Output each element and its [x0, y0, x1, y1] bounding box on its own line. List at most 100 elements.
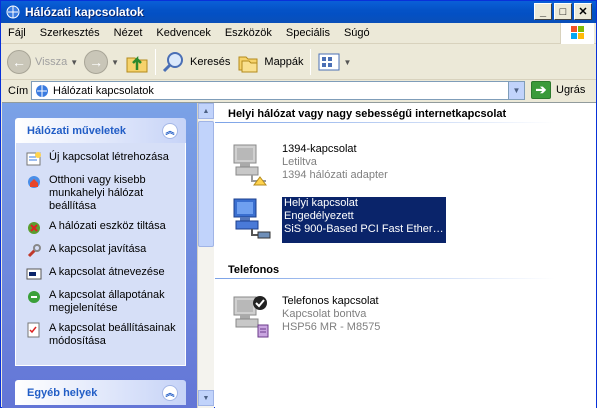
connection-device: SiS 900-Based PCI Fast Ether…: [284, 223, 444, 235]
task-pane-scrollbar[interactable]: ▲ ▼: [197, 103, 214, 408]
task-label: A hálózati eszköz tiltása: [49, 220, 166, 232]
menu-file[interactable]: Fájl: [1, 27, 33, 39]
menu-view[interactable]: Nézet: [107, 27, 150, 39]
network-connection-disabled-icon: [233, 144, 267, 186]
connection-status: Letiltva: [282, 156, 317, 168]
connection-1394[interactable]: 1394-kapcsolat Letiltva 1394 hálózati ad…: [230, 141, 388, 189]
task-label: Új kapcsolat létrehozása: [49, 151, 169, 163]
scroll-up-icon[interactable]: ▲: [198, 103, 214, 119]
go-label: Ugrás: [556, 84, 586, 96]
address-value: Hálózati kapcsolatok: [53, 84, 154, 97]
minimize-button[interactable]: _: [534, 3, 552, 20]
connection-device: 1394 hálózati adapter: [282, 169, 388, 181]
status-icon: [28, 291, 40, 303]
address-input[interactable]: Hálózati kapcsolatok ▼: [31, 81, 525, 100]
go-button[interactable]: ➔ Ugrás: [531, 81, 585, 99]
menu-advanced[interactable]: Speciális: [279, 27, 337, 39]
connection-local[interactable]: Helyi kapcsolat Engedélyezett SiS 900-Ba…: [230, 195, 446, 243]
maximize-button[interactable]: □: [554, 3, 572, 20]
menu-tools[interactable]: Eszközök: [218, 27, 279, 39]
task-rename-connection[interactable]: A kapcsolat átnevezése: [26, 266, 179, 282]
task-label: A kapcsolat átnevezése: [49, 266, 165, 278]
address-label: Cím: [8, 85, 29, 97]
task-home-network[interactable]: Otthoni vagy kisebb munkahelyi hálózat b…: [26, 174, 179, 213]
task-label: A kapcsolat állapotának megjelenítése: [49, 289, 165, 314]
views-icon: [318, 53, 340, 71]
scroll-thumb[interactable]: [198, 121, 214, 247]
collapse-icon[interactable]: ︽: [162, 122, 178, 139]
new-connection-icon: [26, 152, 41, 166]
connection-name: Telefonos kapcsolat: [282, 295, 379, 307]
forward-button[interactable]: → ▼: [84, 47, 119, 77]
menu-edit[interactable]: Szerkesztés: [33, 27, 107, 39]
back-arrow-icon: ←: [7, 50, 31, 74]
menu-help[interactable]: Súgó: [337, 27, 377, 39]
task-view-status[interactable]: A kapcsolat állapotának megjelenítése: [26, 289, 179, 315]
windows-logo: [560, 23, 594, 44]
network-connection-enabled-icon: [233, 198, 271, 239]
other-places-panel: Egyéb helyek ︽: [15, 380, 186, 405]
toolbar-separator: [309, 49, 311, 75]
network-tasks-title: Hálózati műveletek: [27, 124, 127, 137]
chevron-down-icon[interactable]: ▼: [70, 58, 78, 67]
menu-favorites[interactable]: Kedvencek: [149, 27, 217, 39]
close-button[interactable]: ✕: [574, 3, 592, 20]
connections-list: Helyi hálózat vagy nagy sebességű intern…: [215, 103, 596, 408]
folders-button[interactable]: Mappák: [236, 47, 304, 77]
go-arrow-icon: ➔: [531, 81, 551, 99]
scroll-down-icon[interactable]: ▼: [198, 390, 214, 406]
task-label: A kapcsolat javítása: [49, 243, 147, 255]
search-label: Keresés: [190, 56, 231, 68]
disable-device-icon: [28, 222, 40, 234]
content-area: Hálózati műveletek ︽ Új kapcsolat létreh…: [2, 102, 596, 408]
collapse-icon[interactable]: ︽: [162, 384, 178, 401]
dialup-connection-icon: [233, 296, 269, 338]
task-change-settings[interactable]: A kapcsolat beállításainak módosítása: [26, 322, 179, 348]
other-places-title: Egyéb helyek: [27, 386, 98, 399]
folder-up-icon: [126, 55, 148, 73]
connection-name: Helyi kapcsolat: [284, 197, 358, 209]
task-disable-device[interactable]: A hálózati eszköz tiltása: [26, 220, 179, 236]
menu-bar: Fájl Szerkesztés Nézet Kedvencek Eszközö…: [1, 23, 596, 44]
network-tasks-panel: Hálózati műveletek ︽ Új kapcsolat létreh…: [15, 118, 186, 366]
address-bar: Cím Hálózati kapcsolatok ▼ ➔ Ugrás: [1, 80, 596, 102]
task-new-connection[interactable]: Új kapcsolat létrehozása: [26, 151, 179, 167]
group-divider: [215, 122, 555, 123]
task-label: Otthoni vagy kisebb munkahelyi hálózat b…: [49, 174, 146, 212]
wrench-icon: [27, 244, 41, 258]
chevron-down-icon[interactable]: ▼: [508, 82, 524, 99]
other-places-header[interactable]: Egyéb helyek ︽: [15, 380, 186, 405]
chevron-down-icon[interactable]: ▼: [111, 58, 119, 67]
network-connections-icon: [36, 84, 48, 97]
toolbar: ← Vissza ▼ → ▼ Keresés Mappák ▼: [1, 45, 596, 80]
toolbar-separator: [155, 49, 157, 75]
task-pane: Hálózati műveletek ︽ Új kapcsolat létreh…: [2, 103, 197, 408]
connection-status: Kapcsolat bontva: [282, 308, 367, 320]
connection-device: HSP56 MR - M8575: [282, 321, 381, 333]
network-tasks-body: Új kapcsolat létrehozása Otthoni vagy ki…: [15, 143, 186, 366]
up-button[interactable]: [125, 47, 149, 77]
views-button[interactable]: ▼: [317, 47, 352, 77]
group-title-lan: Helyi hálózat vagy nagy sebességű intern…: [228, 108, 507, 120]
folders-label: Mappák: [264, 56, 304, 68]
search-button[interactable]: Keresés: [162, 47, 230, 77]
window-title: Hálózati kapcsolatok: [25, 5, 144, 19]
group-title-dialup: Telefonos: [228, 264, 280, 276]
connection-name: 1394-kapcsolat: [282, 143, 357, 155]
chevron-down-icon[interactable]: ▼: [344, 58, 352, 67]
connection-status: Engedélyezett: [284, 210, 354, 222]
back-button[interactable]: ← Vissza ▼: [7, 47, 78, 77]
properties-icon: [27, 322, 40, 338]
connection-dialup[interactable]: Telefonos kapcsolat Kapcsolat bontva HSP…: [230, 293, 380, 341]
back-label: Vissza: [35, 56, 68, 68]
folders-icon: [238, 56, 258, 73]
task-repair-connection[interactable]: A kapcsolat javítása: [26, 243, 179, 259]
forward-arrow-icon: →: [84, 50, 109, 74]
rename-icon: [26, 268, 42, 280]
network-tasks-header[interactable]: Hálózati műveletek ︽: [15, 118, 186, 143]
home-network-icon: [28, 176, 40, 188]
title-bar[interactable]: Hálózati kapcsolatok _ □ ✕: [1, 1, 596, 23]
search-icon: [162, 52, 184, 73]
task-label: A kapcsolat beállításainak módosítása: [49, 322, 176, 347]
network-connections-icon: [6, 5, 20, 19]
